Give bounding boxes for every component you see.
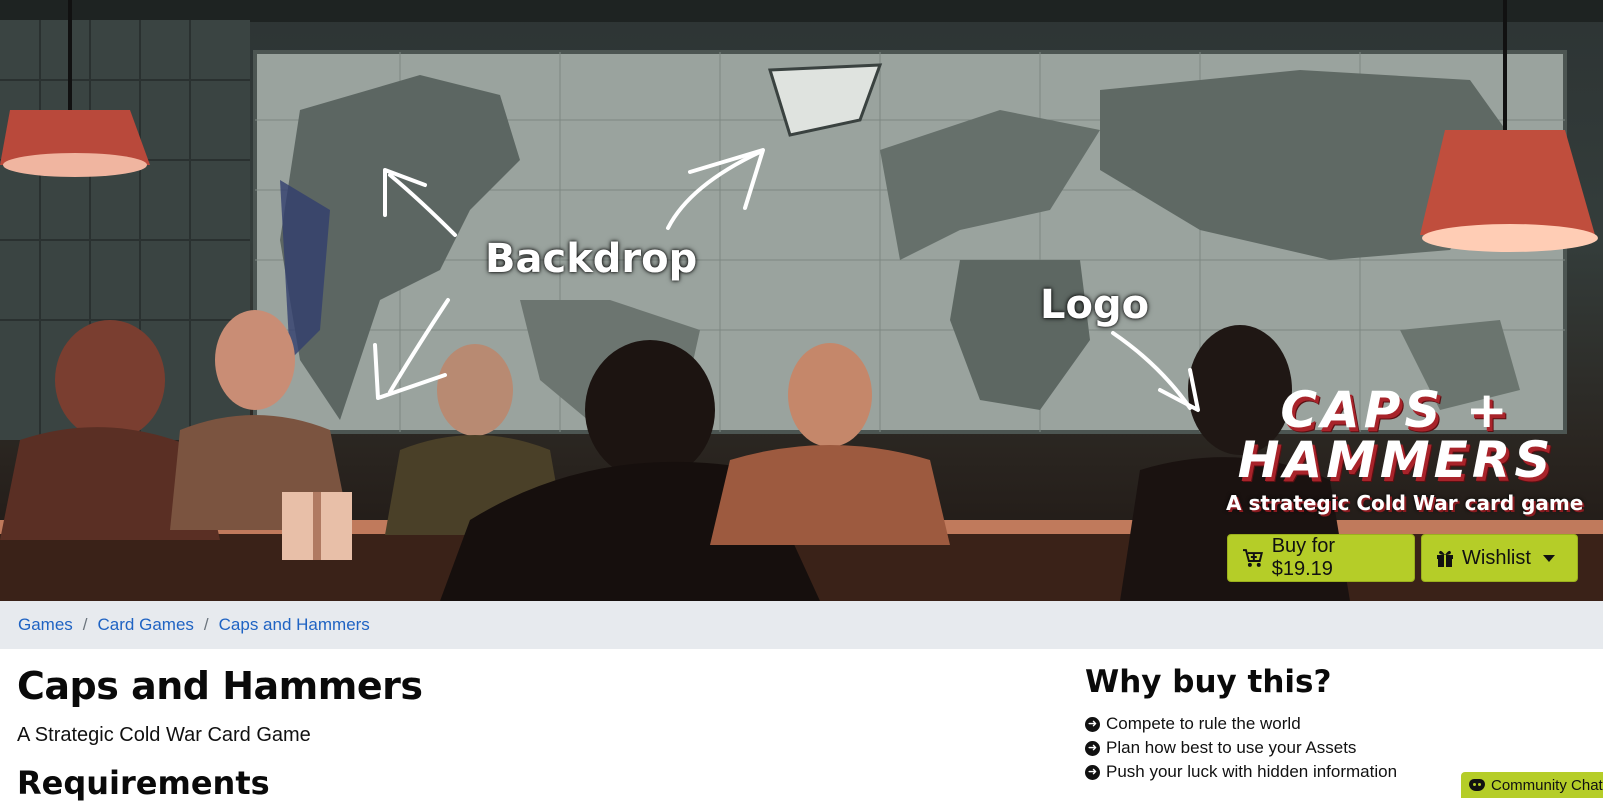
breadcrumb-current[interactable]: Caps and Hammers bbox=[219, 615, 370, 635]
wishlist-button-label: Wishlist bbox=[1462, 546, 1531, 569]
buy-button[interactable]: Buy for $19.19 bbox=[1227, 534, 1415, 582]
arrow-circle-right-icon: ➜ bbox=[1085, 764, 1100, 780]
breadcrumb: Games / Card Games / Caps and Hammers bbox=[0, 601, 1603, 649]
breadcrumb-separator: / bbox=[82, 615, 88, 634]
breadcrumb-games[interactable]: Games bbox=[18, 615, 73, 635]
wishlist-dropdown-button[interactable]: Wishlist bbox=[1421, 534, 1578, 582]
list-item: ➜ Plan how best to use your Assets bbox=[1085, 736, 1397, 760]
discord-icon bbox=[1469, 779, 1485, 791]
page-subtitle: A Strategic Cold War Card Game bbox=[17, 724, 311, 746]
backdrop-annotation: Backdrop bbox=[485, 236, 698, 282]
requirements-heading: Requirements bbox=[17, 764, 270, 802]
why-item-text: Compete to rule the world bbox=[1106, 714, 1301, 733]
breadcrumb-card-games[interactable]: Card Games bbox=[98, 615, 194, 635]
logo-title-line1: CAPS + bbox=[1280, 381, 1512, 439]
page-title: Caps and Hammers bbox=[17, 664, 423, 708]
gift-icon bbox=[1437, 550, 1453, 567]
why-buy-list: ➜ Compete to rule the world ➜ Plan how b… bbox=[1085, 712, 1397, 784]
hero-banner: Backdrop Logo CAPS + HAMMERS A strategic… bbox=[0, 0, 1603, 601]
logo-tagline: A strategic Cold War card game bbox=[1226, 491, 1584, 515]
why-item-text: Push your luck with hidden information bbox=[1106, 762, 1398, 781]
logo-title-line2: HAMMERS bbox=[1237, 431, 1555, 489]
arrow-circle-right-icon: ➜ bbox=[1085, 716, 1100, 732]
arrow-circle-right-icon: ➜ bbox=[1085, 740, 1100, 756]
breadcrumb-separator: / bbox=[203, 615, 209, 634]
logo-annotation: Logo bbox=[1040, 282, 1150, 328]
chevron-down-icon bbox=[1542, 554, 1555, 562]
cart-plus-icon bbox=[1242, 549, 1263, 567]
why-buy-heading: Why buy this? bbox=[1085, 664, 1332, 700]
why-item-text: Plan how best to use your Assets bbox=[1106, 738, 1357, 757]
community-chat-button[interactable]: Community Chat bbox=[1461, 772, 1603, 798]
buy-button-label: Buy for $19.19 bbox=[1271, 535, 1336, 580]
community-chat-label: Community Chat bbox=[1491, 776, 1603, 794]
list-item: ➜ Compete to rule the world bbox=[1085, 712, 1397, 736]
game-logo: CAPS + HAMMERS A strategic Cold War card… bbox=[1226, 381, 1584, 515]
list-item: ➜ Push your luck with hidden information bbox=[1085, 760, 1397, 784]
